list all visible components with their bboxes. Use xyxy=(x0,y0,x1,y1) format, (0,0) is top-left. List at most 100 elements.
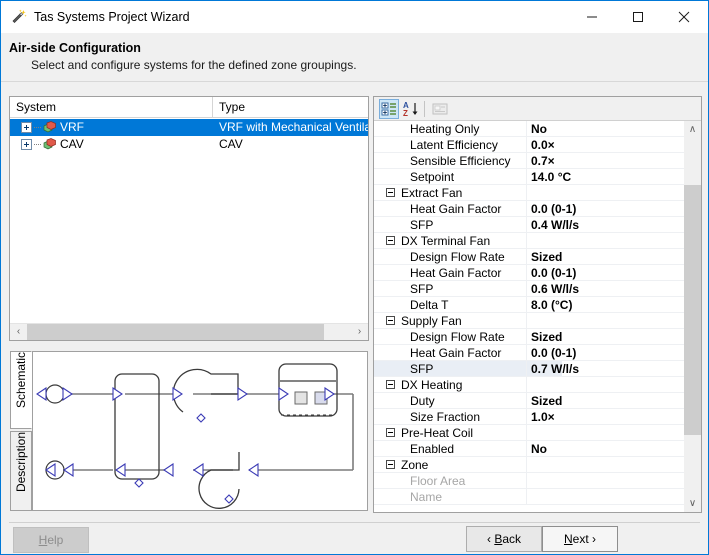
property-row[interactable]: Latent Efficiency 0.0× xyxy=(374,137,701,153)
table-row[interactable]: VRF VRF with Mechanical Ventilation xyxy=(10,119,368,136)
column-header-type[interactable]: Type xyxy=(213,97,368,117)
tab-description[interactable]: Description xyxy=(10,431,32,511)
next-button[interactable]: Next › xyxy=(542,526,618,552)
close-button[interactable] xyxy=(661,1,707,33)
property-row[interactable]: Setpoint 14.0 °C xyxy=(374,169,701,185)
table-row[interactable]: CAV CAV xyxy=(10,136,368,153)
next-label-rest: ext xyxy=(572,532,589,546)
system-list[interactable]: System Type VRF VRF with Mechanical Vent… xyxy=(9,96,369,341)
property-category-row[interactable]: DX Heating xyxy=(374,377,701,393)
property-row[interactable]: Heat Gain Factor 0.0 (0-1) xyxy=(374,265,701,281)
scroll-left-arrow-icon[interactable]: ‹ xyxy=(10,324,27,340)
property-value[interactable] xyxy=(526,473,701,488)
back-label-rest: ack xyxy=(502,532,522,546)
property-category-row[interactable]: Pre-Heat Coil xyxy=(374,425,701,441)
property-value[interactable]: No xyxy=(526,121,701,136)
alphabetical-sort-icon[interactable]: A Z xyxy=(401,99,421,119)
footer-divider xyxy=(9,522,700,523)
property-category-row[interactable]: Zone xyxy=(374,457,701,473)
property-category-row[interactable]: DX Terminal Fan xyxy=(374,233,701,249)
property-row[interactable]: Enabled No xyxy=(374,441,701,457)
expand-icon[interactable] xyxy=(21,139,32,150)
property-row[interactable]: Duty Sized xyxy=(374,393,701,409)
categorized-view-icon[interactable] xyxy=(379,99,399,119)
property-value[interactable]: 0.0 (0-1) xyxy=(526,265,701,280)
property-row[interactable]: Name xyxy=(374,489,701,505)
next-suffix: › xyxy=(588,532,597,546)
schematic-panel: Schematic Description xyxy=(9,349,369,513)
property-value[interactable]: 0.0 (0-1) xyxy=(526,345,701,360)
scroll-down-arrow-icon[interactable]: ∨ xyxy=(684,495,701,512)
property-row[interactable]: SFP 0.4 W/l/s xyxy=(374,217,701,233)
property-row[interactable]: Heating Only No xyxy=(374,121,701,137)
scroll-right-arrow-icon[interactable]: › xyxy=(351,324,368,340)
property-value[interactable]: 1.0× xyxy=(526,409,701,424)
property-value[interactable] xyxy=(526,489,701,504)
title-bar: Tas Systems Project Wizard xyxy=(1,1,708,33)
property-value[interactable]: 0.0× xyxy=(526,137,701,152)
header-divider xyxy=(1,81,708,82)
property-value[interactable] xyxy=(526,457,701,472)
property-row[interactable]: Size Fraction 1.0× xyxy=(374,409,701,425)
property-value[interactable] xyxy=(526,313,701,328)
property-category-row[interactable]: Supply Fan xyxy=(374,313,701,329)
help-label-rest: elp xyxy=(47,533,64,547)
property-row[interactable]: Design Flow Rate Sized xyxy=(374,329,701,345)
page-title: Air-side Configuration xyxy=(9,41,141,55)
property-value[interactable]: Sized xyxy=(526,393,701,408)
property-value[interactable]: No xyxy=(526,441,701,456)
back-button[interactable]: ‹ Back xyxy=(466,526,542,552)
system-list-header: System Type xyxy=(10,97,368,118)
system-name: CAV xyxy=(60,137,84,151)
property-value[interactable]: 0.7 W/l/s xyxy=(526,361,701,376)
property-value[interactable]: 0.6 W/l/s xyxy=(526,281,701,296)
svg-text:Z: Z xyxy=(403,109,408,118)
property-value[interactable]: 8.0 (°C) xyxy=(526,297,701,312)
column-header-system[interactable]: System xyxy=(10,97,213,117)
system-type: VRF with Mechanical Ventilation xyxy=(219,120,368,134)
system-cube-icon xyxy=(43,121,57,134)
window-title: Tas Systems Project Wizard xyxy=(34,10,190,24)
property-row[interactable]: Heat Gain Factor 0.0 (0-1) xyxy=(374,201,701,217)
tree-connector-icon xyxy=(34,144,42,145)
next-mnemonic: N xyxy=(563,532,573,546)
property-value[interactable]: 0.7× xyxy=(526,153,701,168)
property-row[interactable]: SFP 0.6 W/l/s xyxy=(374,281,701,297)
property-value[interactable] xyxy=(526,185,701,200)
system-type: CAV xyxy=(219,137,243,151)
horizontal-scrollbar[interactable]: ‹ › xyxy=(10,323,368,340)
minimize-button[interactable] xyxy=(569,1,615,33)
help-button[interactable]: Help xyxy=(13,527,89,553)
tab-schematic[interactable]: Schematic xyxy=(10,351,32,429)
property-value[interactable] xyxy=(526,377,701,392)
property-value[interactable]: Sized xyxy=(526,249,701,264)
system-name: VRF xyxy=(60,120,84,134)
property-row[interactable]: Delta T 8.0 (°C) xyxy=(374,297,701,313)
property-row[interactable]: Heat Gain Factor 0.0 (0-1) xyxy=(374,345,701,361)
property-row[interactable]: Floor Area xyxy=(374,473,701,489)
vertical-scrollbar[interactable]: ∧ ∨ xyxy=(684,121,701,512)
expand-icon[interactable] xyxy=(21,122,32,133)
property-grid[interactable]: A Z Heating Only No Latent Efficiency 0.0× S xyxy=(373,96,702,513)
toolbar-separator xyxy=(424,101,425,117)
tab-description-label: Description xyxy=(14,432,28,493)
scrollbar-thumb[interactable] xyxy=(684,185,701,435)
schematic-diagram[interactable] xyxy=(32,351,368,511)
property-value[interactable] xyxy=(526,425,701,440)
property-row[interactable]: Design Flow Rate Sized xyxy=(374,249,701,265)
property-category-row[interactable]: Extract Fan xyxy=(374,185,701,201)
property-value[interactable]: 0.4 W/l/s xyxy=(526,217,701,232)
property-grid-toolbar: A Z xyxy=(374,97,701,121)
property-value[interactable]: 14.0 °C xyxy=(526,169,701,184)
property-value[interactable] xyxy=(526,233,701,248)
tree-connector-icon xyxy=(34,127,42,128)
scroll-up-arrow-icon[interactable]: ∧ xyxy=(684,121,701,138)
scrollbar-thumb[interactable] xyxy=(27,324,324,340)
property-row[interactable]: Sensible Efficiency 0.7× xyxy=(374,153,701,169)
system-cube-icon xyxy=(43,138,57,151)
page-subtitle: Select and configure systems for the def… xyxy=(31,58,357,72)
property-value[interactable]: Sized xyxy=(526,329,701,344)
property-value[interactable]: 0.0 (0-1) xyxy=(526,201,701,216)
property-row[interactable]: SFP 0.7 W/l/s xyxy=(374,361,701,377)
maximize-button[interactable] xyxy=(615,1,661,33)
